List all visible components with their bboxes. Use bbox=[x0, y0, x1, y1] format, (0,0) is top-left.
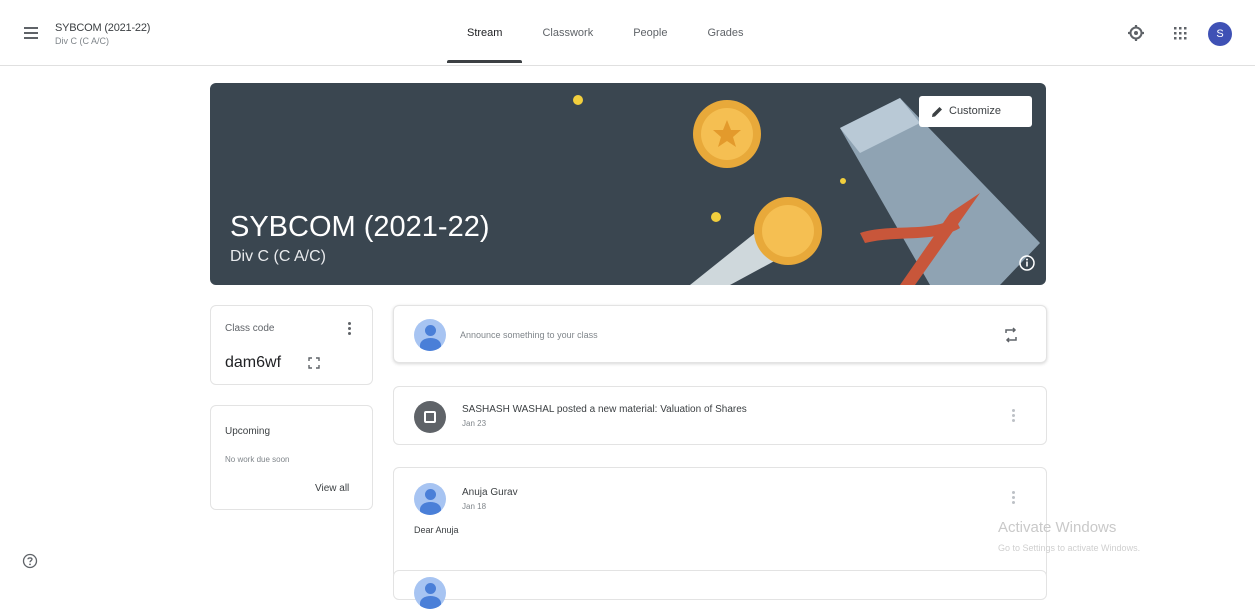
repost-icon[interactable] bbox=[1002, 326, 1020, 344]
author-avatar bbox=[414, 577, 446, 609]
material-icon bbox=[414, 401, 446, 433]
help-icon[interactable] bbox=[22, 553, 38, 569]
class-banner: SYBCOM (2021-22) Div C (C A/C) Customize bbox=[210, 83, 1046, 285]
menu-icon[interactable] bbox=[20, 22, 42, 44]
customize-label: Customize bbox=[949, 105, 1001, 117]
more-vert-icon[interactable] bbox=[1010, 489, 1016, 509]
fullscreen-icon[interactable] bbox=[307, 356, 321, 370]
pencil-icon bbox=[932, 107, 942, 117]
post-body: Dear Anuja bbox=[414, 525, 459, 535]
announce-input[interactable]: Announce something to your class bbox=[460, 330, 598, 340]
more-vert-icon[interactable] bbox=[344, 320, 354, 340]
class-title[interactable]: SYBCOM (2021-22) bbox=[55, 22, 150, 34]
upcoming-title: Upcoming bbox=[225, 426, 271, 437]
stream-post[interactable]: Anuja Gurav Jan 18 Dear Anuja bbox=[393, 467, 1047, 579]
settings-icon[interactable] bbox=[1127, 24, 1145, 42]
more-vert-icon[interactable] bbox=[1010, 407, 1016, 427]
tab-classwork[interactable]: Classwork bbox=[522, 0, 613, 66]
tab-people[interactable]: People bbox=[613, 0, 687, 66]
author-avatar bbox=[414, 483, 446, 515]
tab-stream[interactable]: Stream bbox=[447, 0, 523, 66]
post-date: Jan 23 bbox=[462, 419, 487, 428]
user-avatar bbox=[414, 319, 446, 351]
top-app-bar: SYBCOM (2021-22) Div C (C A/C) Stream Cl… bbox=[0, 0, 1255, 66]
upcoming-empty-text: No work due soon bbox=[225, 455, 290, 464]
activate-windows-watermark: Activate Windows bbox=[998, 519, 1117, 536]
upcoming-card: Upcoming No work due soon View all bbox=[210, 405, 373, 510]
account-avatar[interactable]: S bbox=[1208, 22, 1232, 46]
class-code-card: Class code dam6wf bbox=[210, 305, 373, 385]
banner-subtitle: Div C (C A/C) bbox=[230, 248, 326, 265]
announce-card[interactable]: Announce something to your class bbox=[393, 305, 1047, 363]
post-title[interactable]: SASHASH WASHAL posted a new material: Va… bbox=[462, 404, 747, 415]
stream-post[interactable]: SASHASH WASHAL posted a new material: Va… bbox=[393, 386, 1047, 445]
apps-grid-icon[interactable] bbox=[1171, 24, 1189, 42]
class-code-label: Class code bbox=[225, 323, 275, 334]
class-section: Div C (C A/C) bbox=[55, 36, 109, 46]
stream-post[interactable] bbox=[393, 570, 1047, 609]
info-icon[interactable] bbox=[1018, 254, 1036, 272]
banner-title: SYBCOM (2021-22) bbox=[230, 211, 490, 243]
post-author: Anuja Gurav bbox=[462, 487, 518, 498]
tab-grades[interactable]: Grades bbox=[687, 0, 763, 66]
post-date: Jan 18 bbox=[462, 502, 487, 511]
activate-windows-subtext: Go to Settings to activate Windows. bbox=[998, 543, 1141, 553]
customize-button[interactable]: Customize bbox=[919, 96, 1032, 127]
tab-bar: Stream Classwork People Grades bbox=[447, 0, 764, 66]
view-all-link[interactable]: View all bbox=[315, 483, 349, 494]
class-code-value: dam6wf bbox=[225, 354, 282, 371]
